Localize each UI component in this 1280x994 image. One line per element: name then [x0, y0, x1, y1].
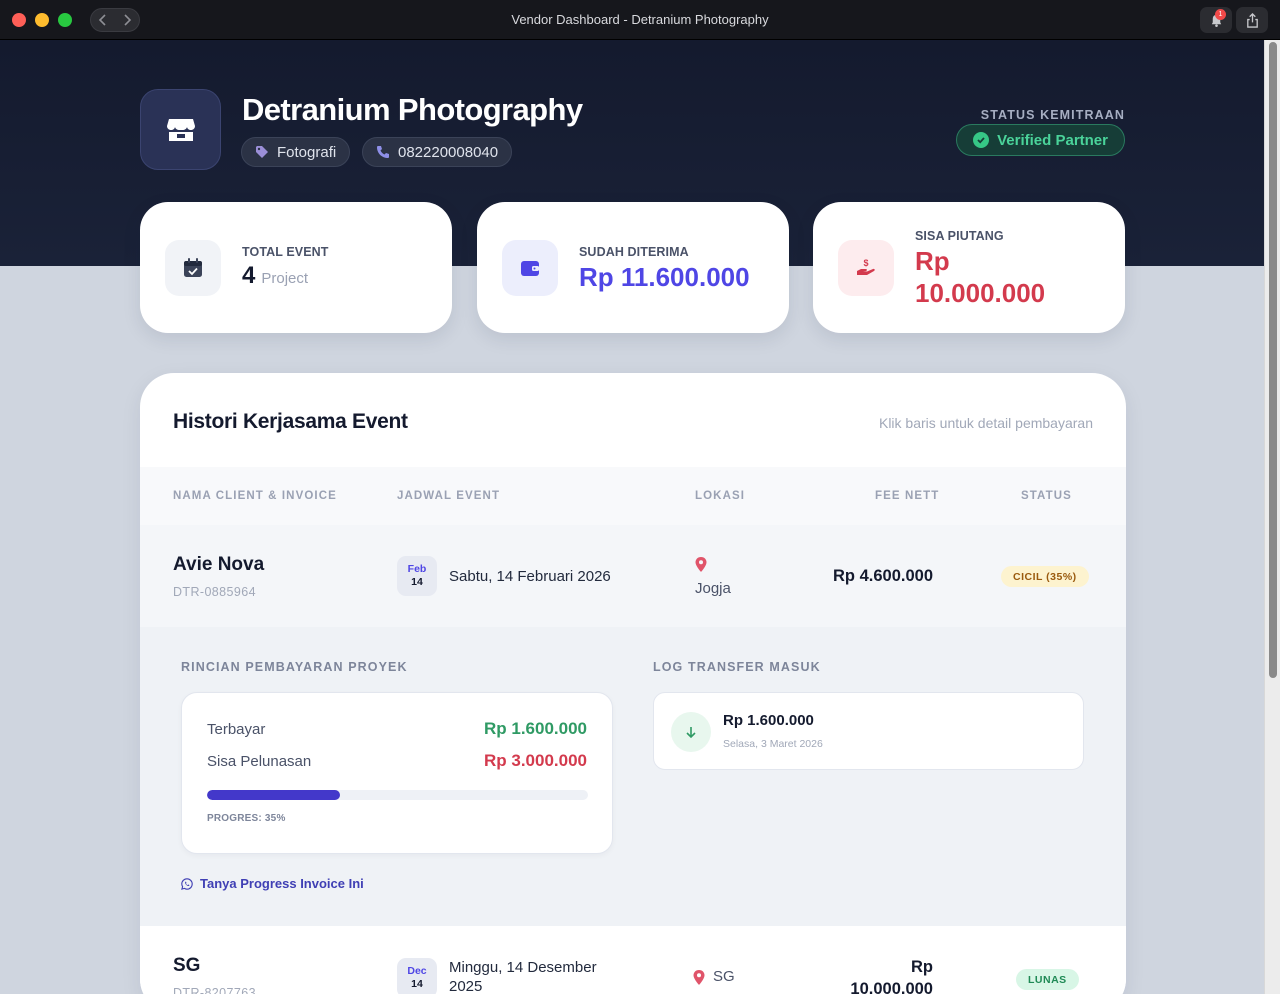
- table-row[interactable]: SG DTR-8207763 Dec 14 Minggu, 14 Desembe…: [140, 926, 1126, 994]
- history-card: Histori Kerjasama Event Klik baris untuk…: [140, 373, 1126, 994]
- vertical-scrollbar[interactable]: [1264, 40, 1280, 994]
- payment-progress-bar: [207, 790, 588, 800]
- event-date-line1: Minggu, 14 Desember: [449, 959, 597, 976]
- receivable-amount: 10.000.000: [915, 278, 1046, 308]
- category-pill: Fotografi: [241, 137, 351, 167]
- transfer-amount: Rp 1.600.000: [723, 712, 814, 729]
- remaining-label: Sisa Pelunasan: [207, 753, 312, 770]
- phone-pill[interactable]: 082220008040: [362, 137, 513, 167]
- column-header-status: STATUS: [1021, 490, 1072, 502]
- phone-text: 082220008040: [398, 143, 499, 161]
- invoice-number: DTR-0885964: [173, 585, 256, 599]
- receivable-label: SISA PIUTANG: [915, 229, 1004, 243]
- table-header: NAMA CLIENT & INVOICE JADWAL EVENT LOKAS…: [140, 467, 1126, 525]
- arrow-down-icon: [671, 712, 711, 752]
- partnership-status-label: STATUS KEMITRAAN: [980, 108, 1125, 122]
- date-chip: Feb 14: [397, 556, 437, 596]
- verified-partner-badge: Verified Partner: [956, 124, 1125, 156]
- stat-icon-box: [165, 240, 221, 296]
- share-button[interactable]: [1236, 7, 1268, 33]
- date-chip-day: 14: [411, 978, 423, 990]
- map-pin-icon: [693, 970, 705, 985]
- verified-partner-text: Verified Partner: [997, 131, 1108, 149]
- date-chip-day: 14: [411, 576, 423, 588]
- paid-label: Terbayar: [207, 721, 266, 738]
- status-badge: LUNAS: [1016, 969, 1079, 990]
- total-event-value-row: 4 Project: [242, 262, 308, 290]
- remaining-amount: Rp 3.000.000: [483, 751, 587, 770]
- stat-icon-box: [502, 240, 558, 296]
- status-badge: CICIL (35%): [1001, 566, 1089, 587]
- column-header-location: LOKASI: [695, 490, 746, 502]
- fee-nett-line2: 10.000.000: [850, 980, 933, 994]
- received-label: SUDAH DITERIMA: [579, 245, 689, 259]
- date-chip: Dec 14: [397, 958, 437, 994]
- transfer-log-heading: LOG TRANSFER MASUK: [653, 660, 821, 674]
- category-text: Fotografi: [277, 143, 337, 161]
- event-date-line2: 2025: [449, 978, 483, 994]
- wallet-icon: [521, 261, 539, 276]
- history-hint: Klik baris untuk detail pembayaran: [878, 415, 1093, 431]
- paid-amount: Rp 1.600.000: [483, 719, 587, 738]
- transfer-log-item: Rp 1.600.000 Selasa, 3 Maret 2026: [653, 692, 1084, 770]
- column-header-client: NAMA CLIENT & INVOICE: [173, 490, 337, 502]
- payment-summary-box: Terbayar Rp 1.600.000 Sisa Pelunasan Rp …: [181, 692, 613, 854]
- total-event-card: TOTAL EVENT 4 Project: [140, 202, 452, 333]
- receivable-card: $ SISA PIUTANG Rp 10.000.000: [813, 202, 1125, 333]
- whatsapp-icon: [181, 877, 193, 890]
- received-amount: Rp 11.600.000: [579, 262, 750, 292]
- map-pin-icon: [695, 557, 707, 572]
- payment-progress-fill: [207, 790, 341, 800]
- store-icon: [166, 118, 195, 141]
- client-name: Avie Nova: [173, 554, 265, 575]
- transfer-date: Selasa, 3 Maret 2026: [723, 738, 823, 750]
- vendor-logo: [140, 89, 221, 170]
- payment-detail-heading: RINCIAN PEMBAYARAN PROYEK: [181, 660, 408, 674]
- phone-icon: [377, 146, 389, 158]
- notifications-button[interactable]: 1: [1200, 7, 1232, 33]
- date-chip-month: Dec: [407, 965, 427, 977]
- notification-badge: 1: [1215, 9, 1226, 20]
- event-location: SG: [713, 968, 735, 985]
- ask-progress-link[interactable]: Tanya Progress Invoice Ini: [181, 876, 364, 891]
- total-event-label: TOTAL EVENT: [242, 245, 329, 259]
- received-card: SUDAH DITERIMA Rp 11.600.000: [477, 202, 789, 333]
- event-location: Jogja: [695, 580, 731, 597]
- stat-icon-box: $: [838, 240, 894, 296]
- window-title: Vendor Dashboard - Detranium Photography: [511, 12, 769, 27]
- fee-nett: Rp 4.600.000: [833, 567, 933, 585]
- total-event-unit: Project: [261, 270, 309, 287]
- hand-dollar-icon: $: [857, 258, 875, 275]
- invoice-number: DTR-8207763: [173, 986, 256, 994]
- fee-nett-line1: Rp: [911, 958, 933, 976]
- tag-icon: [256, 146, 268, 158]
- client-name: SG: [173, 955, 201, 976]
- receivable-currency: Rp: [915, 246, 950, 276]
- calendar-check-icon: [184, 258, 202, 277]
- check-circle-icon: [973, 132, 990, 148]
- history-title: Histori Kerjasama Event: [173, 410, 408, 433]
- date-chip-month: Feb: [407, 563, 427, 575]
- scrollbar-thumb[interactable]: [1269, 42, 1277, 678]
- table-row[interactable]: Avie Nova DTR-0885964 Feb 14 Sabtu, 14 F…: [140, 525, 1126, 627]
- share-icon: [1246, 12, 1258, 28]
- column-header-schedule: JADWAL EVENT: [397, 490, 501, 502]
- ask-progress-text: Tanya Progress Invoice Ini: [200, 876, 364, 891]
- svg-text:$: $: [863, 258, 868, 268]
- window-titlebar: Vendor Dashboard - Detranium Photography…: [0, 0, 1280, 40]
- vendor-name: Detranium Photography: [242, 92, 583, 127]
- total-event-count: 4: [242, 262, 256, 289]
- event-date: Sabtu, 14 Februari 2026: [449, 568, 611, 585]
- payment-detail-panel: RINCIAN PEMBAYARAN PROYEK Terbayar Rp 1.…: [140, 627, 1126, 926]
- column-header-fee: FEE NETT: [875, 490, 940, 502]
- progress-label: PROGRES: 35%: [207, 813, 286, 824]
